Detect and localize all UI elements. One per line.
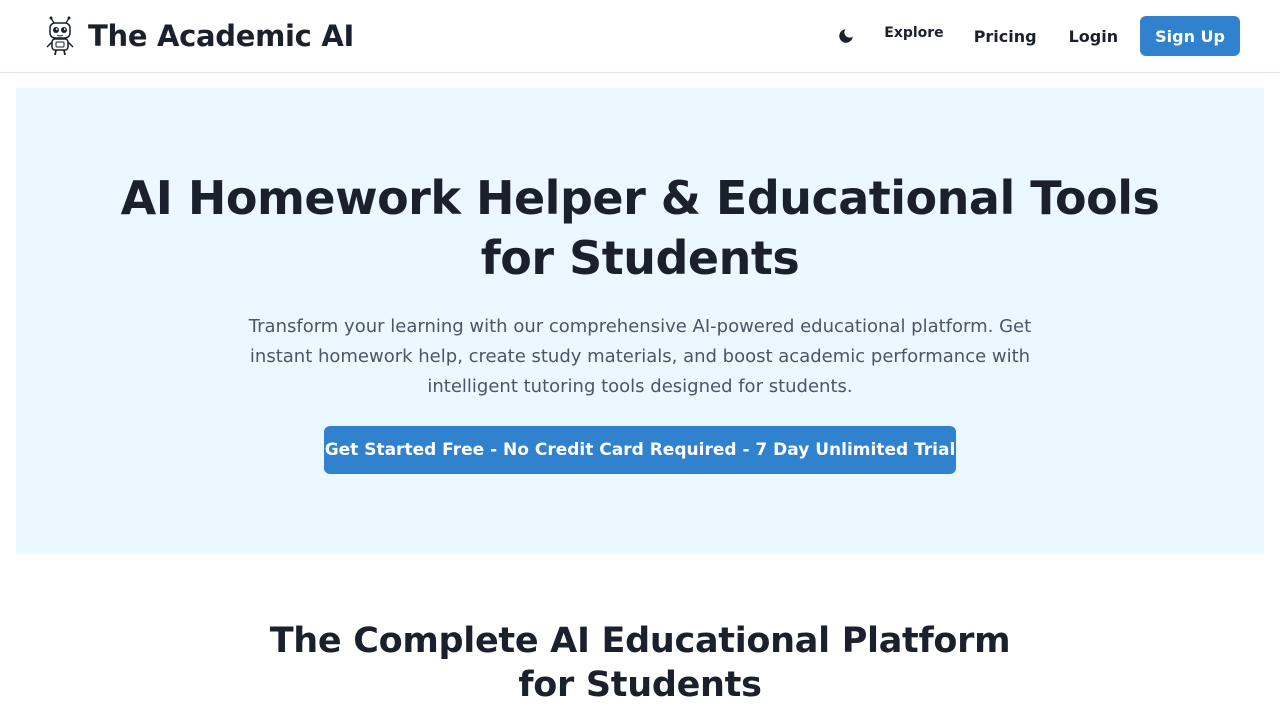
theme-toggle-button[interactable]: [832, 22, 860, 50]
hero-section: AI Homework Helper & Educational Tools f…: [16, 88, 1264, 554]
robot-mascot-icon: [46, 16, 74, 56]
nav-explore-link[interactable]: Explore: [884, 25, 943, 41]
nav-pricing-link[interactable]: Pricing: [974, 27, 1037, 46]
platform-section-title: The Complete AI Educational Platform for…: [269, 621, 1011, 705]
hero-description: Transform your learning with our compreh…: [248, 316, 1032, 397]
site-header: The Academic AI Explore Pricing Login Si…: [0, 0, 1280, 73]
hero-title: AI Homework Helper & Educational Tools f…: [120, 171, 1160, 285]
nav-login-link[interactable]: Login: [1069, 27, 1119, 46]
main-nav: Explore Pricing Login Sign Up: [832, 16, 1240, 56]
get-started-button[interactable]: Get Started Free - No Credit Card Requir…: [324, 426, 956, 474]
moon-icon: [839, 29, 853, 43]
brand-name: The Academic AI: [88, 19, 355, 53]
signup-button[interactable]: Sign Up: [1140, 16, 1240, 56]
brand-home-link[interactable]: The Academic AI: [44, 14, 354, 58]
